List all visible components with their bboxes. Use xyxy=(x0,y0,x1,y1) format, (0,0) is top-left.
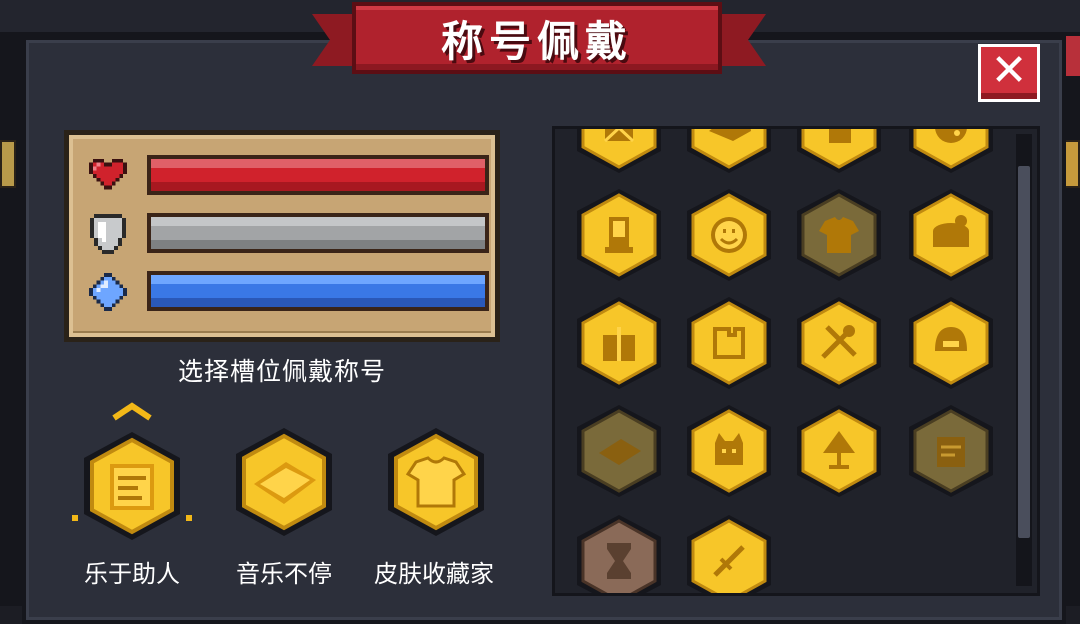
grid-badge-shirt[interactable] xyxy=(791,187,887,283)
slot-instruction-label: 选择槽位佩戴称号 xyxy=(177,357,386,386)
grid-badge-handshake[interactable] xyxy=(681,129,777,175)
mana-bar xyxy=(147,271,489,311)
hourglass-icon xyxy=(577,515,661,593)
grid-badge-gift[interactable] xyxy=(571,295,667,391)
grid-badge-phone[interactable] xyxy=(571,187,667,283)
shirt-icon xyxy=(388,428,484,536)
grid-badge-hourglass[interactable] xyxy=(571,513,667,593)
shield-icon xyxy=(89,214,127,254)
cat-icon xyxy=(687,405,771,497)
equipped-label-2: 音乐不停 xyxy=(236,560,332,588)
equipped-label-3: 皮肤收藏家 xyxy=(374,560,494,588)
chevron-up-icon xyxy=(112,402,152,421)
equipped-slot-3[interactable] xyxy=(376,422,496,542)
handshake-icon xyxy=(687,129,771,173)
equipped-slot-2[interactable] xyxy=(224,422,344,542)
character-stat-board xyxy=(64,130,500,342)
equipped-label-1: 乐于助人 xyxy=(84,560,180,588)
hp-bar xyxy=(147,155,489,195)
stat-row-armor xyxy=(83,211,493,257)
crate-icon xyxy=(577,129,661,173)
grid-badge-helmet[interactable] xyxy=(903,295,999,391)
close-button[interactable]: ✕ xyxy=(978,44,1040,102)
drum-icon xyxy=(909,189,993,281)
grid-badge-moon[interactable] xyxy=(903,129,999,175)
thumbs-up-icon xyxy=(797,129,881,173)
stat-row-hp xyxy=(83,153,493,199)
grid-badge-tools[interactable] xyxy=(791,295,887,391)
grid-badge-sword[interactable] xyxy=(681,513,777,593)
lamp-icon xyxy=(797,405,881,497)
scroll-icon xyxy=(72,432,192,540)
grid-badge-drum[interactable] xyxy=(903,187,999,283)
scroll-icon xyxy=(909,405,993,497)
dialog-title: 称号佩戴 xyxy=(440,16,633,66)
tools-icon xyxy=(797,297,881,389)
shirt-icon xyxy=(797,189,881,281)
title-ribbon: 称号佩戴 xyxy=(352,2,722,74)
grid-badge-puzzle[interactable] xyxy=(681,295,777,391)
background-left-tab xyxy=(0,140,16,188)
equipped-slot-1[interactable] xyxy=(72,426,192,546)
close-icon: ✕ xyxy=(990,45,1028,96)
smiley-icon xyxy=(687,189,771,281)
grid-badge-smiley[interactable] xyxy=(681,187,777,283)
grid-badge-cat[interactable] xyxy=(681,403,777,499)
grid-badge-thumbs-up[interactable] xyxy=(791,129,887,175)
puzzle-icon xyxy=(687,297,771,389)
grid-badge-music-box[interactable] xyxy=(571,403,667,499)
helmet-icon xyxy=(909,297,993,389)
title-badge-grid xyxy=(552,126,1040,596)
sword-icon xyxy=(687,515,771,593)
crystal-icon xyxy=(89,273,127,311)
phone-icon xyxy=(577,189,661,281)
grid-scroll-thumb[interactable] xyxy=(1018,166,1030,538)
music-box-icon xyxy=(577,405,661,497)
stat-row-mana xyxy=(83,269,493,315)
grid-badge-lamp[interactable] xyxy=(791,403,887,499)
grid-badge-scroll[interactable] xyxy=(903,403,999,499)
gift-icon xyxy=(577,297,661,389)
heart-icon xyxy=(89,157,127,195)
music-box-icon xyxy=(236,428,332,536)
armor-bar xyxy=(147,213,489,253)
moon-icon xyxy=(909,129,993,173)
grid-badge-crate[interactable] xyxy=(571,129,667,175)
